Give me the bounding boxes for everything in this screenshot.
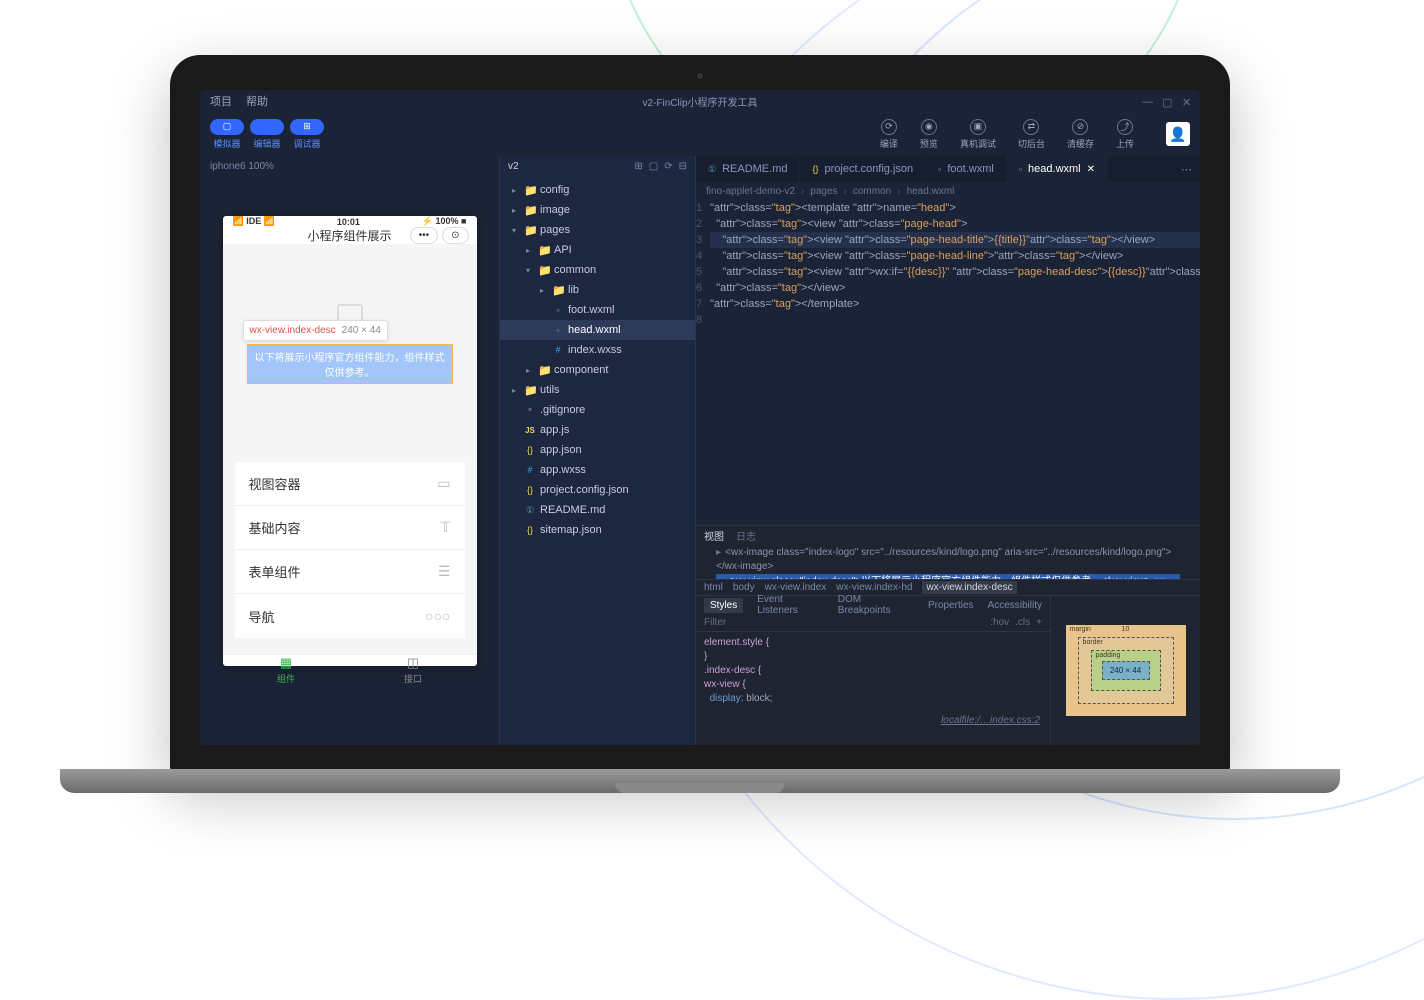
tree-item[interactable]: ▸📁image (500, 200, 695, 220)
laptop-frame: 项目 帮助 v2-FinClip小程序开发工具 — ▢ ✕ ▢模拟器编辑器⊞调试… (170, 55, 1230, 775)
dom-crumb-seg[interactable]: wx-view.index (765, 582, 827, 593)
add-rule-icon[interactable]: + (1036, 617, 1042, 628)
avatar[interactable]: 👤 (1166, 122, 1190, 146)
action-上传[interactable]: ⤴上传 (1116, 119, 1134, 150)
titlebar: 项目 帮助 v2-FinClip小程序开发工具 — ▢ ✕ (200, 90, 1200, 112)
styletab-Accessibility[interactable]: Accessibility (988, 600, 1042, 611)
simulator-panel: iphone6 100% 📶 IDE 📶 10:01 ⚡ 100% ■ 小程序组… (200, 156, 500, 745)
inspect-tooltip: wx-view.index-desc 240 × 44 (243, 320, 388, 341)
close-icon[interactable]: ✕ (1182, 96, 1192, 106)
project-root[interactable]: v2 (508, 161, 519, 172)
styletab-Event Listeners[interactable]: Event Listeners (757, 594, 824, 616)
new-folder-icon[interactable]: ▢ (649, 161, 658, 172)
styletab-DOM Breakpoints[interactable]: DOM Breakpoints (838, 594, 914, 616)
tree-item[interactable]: ▸📁API (500, 240, 695, 260)
camera-icon (697, 73, 703, 79)
styletab-Styles[interactable]: Styles (704, 598, 743, 613)
tree-item[interactable]: {}sitemap.json (500, 520, 695, 540)
action-切后台[interactable]: ⇄切后台 (1018, 119, 1045, 150)
list-item[interactable]: 基础内容𝕋 (235, 506, 465, 550)
hov-toggle[interactable]: :hov (990, 617, 1009, 628)
tree-item[interactable]: ▸📁lib (500, 280, 695, 300)
editor-tab[interactable]: ①README.md (696, 156, 800, 182)
action-编译[interactable]: ⟳编译 (880, 119, 898, 150)
tree-item[interactable]: ◦.gitignore (500, 400, 695, 420)
styles-pane[interactable]: element.style {}.index-desc {</span></di… (696, 632, 1050, 745)
status-left: 📶 IDE 📶 (233, 216, 275, 227)
phone-preview: 📶 IDE 📶 10:01 ⚡ 100% ■ 小程序组件展示 ••• ⊙ (223, 216, 477, 666)
dom-crumb-seg[interactable]: wx-view.index-desc (922, 581, 1016, 594)
close-tab-icon[interactable]: ✕ (1087, 164, 1095, 175)
code-editor[interactable]: 12345678 "attr">class="tag"><template "a… (696, 200, 1200, 525)
ide-window: 项目 帮助 v2-FinClip小程序开发工具 — ▢ ✕ ▢模拟器编辑器⊞调试… (200, 90, 1200, 745)
tree-item[interactable]: ▸📁component (500, 360, 695, 380)
tabs-overflow-icon[interactable]: ⋯ (1173, 156, 1200, 182)
breadcrumb-seg[interactable]: common (853, 186, 891, 197)
action-清缓存[interactable]: ⊘清缓存 (1067, 119, 1094, 150)
refresh-icon[interactable]: ⟳ (664, 161, 672, 172)
collapse-icon[interactable]: ⊟ (679, 161, 687, 172)
filter-input[interactable]: Filter (704, 617, 726, 628)
breadcrumb-seg[interactable]: head.wxml (907, 186, 955, 197)
tree-item[interactable]: ①README.md (500, 500, 695, 520)
dom-crumb-seg[interactable]: body (733, 582, 755, 593)
status-time: 10:01 (337, 217, 360, 227)
dom-crumb-seg[interactable]: wx-view.index-hd (836, 582, 912, 593)
editor-tab[interactable]: ▫head.wxml✕ (1007, 156, 1108, 182)
device-label[interactable]: iphone6 100% (200, 156, 499, 176)
menu-help[interactable]: 帮助 (246, 93, 268, 109)
editor-tab[interactable]: ▫foot.wxml (926, 156, 1007, 182)
breadcrumb-seg[interactable]: pages (810, 186, 837, 197)
tabbar-接口[interactable]: ◫接口 (350, 655, 477, 685)
list-item[interactable]: 导航○○○ (235, 594, 465, 638)
tree-item[interactable]: {}app.json (500, 440, 695, 460)
tree-item[interactable]: ▫head.wxml (500, 320, 695, 340)
dom-crumb-seg[interactable]: html (704, 582, 723, 593)
tree-item[interactable]: {}project.config.json (500, 480, 695, 500)
action-预览[interactable]: ◉预览 (920, 119, 938, 150)
tree-item[interactable]: ▾📁pages (500, 220, 695, 240)
minimize-icon[interactable]: — (1142, 96, 1152, 106)
mode-模拟器[interactable]: ▢模拟器 (210, 119, 244, 150)
inspect-highlight[interactable]: 以下将展示小程序官方组件能力，组件样式仅供参考。 (247, 344, 453, 384)
tabbar-组件[interactable]: ▦组件 (223, 655, 350, 685)
editor-tab[interactable]: {}project.config.json (800, 156, 926, 182)
menu-project[interactable]: 项目 (210, 93, 232, 109)
devtools-panel: 视图日志 ▸<wx-image class="index-logo" src="… (696, 525, 1200, 745)
list-item[interactable]: 视图容器▭ (235, 462, 465, 506)
tree-item[interactable]: ▾📁common (500, 260, 695, 280)
cls-toggle[interactable]: .cls (1015, 617, 1030, 628)
tree-item[interactable]: ▸📁config (500, 180, 695, 200)
new-file-icon[interactable]: ⊞ (634, 161, 642, 172)
capsule-menu[interactable]: ••• (410, 227, 439, 244)
maximize-icon[interactable]: ▢ (1162, 96, 1172, 106)
box-model: margin 10 border padding 240 × 44 (1050, 596, 1200, 745)
window-title: v2-FinClip小程序开发工具 (642, 94, 757, 109)
breadcrumb-seg[interactable]: fino-applet-demo-v2 (706, 186, 795, 197)
styletab-Properties[interactable]: Properties (928, 600, 974, 611)
capsule-close[interactable]: ⊙ (442, 227, 468, 244)
tree-item[interactable]: #index.wxss (500, 340, 695, 360)
list-item[interactable]: 表单组件☰ (235, 550, 465, 594)
tree-item[interactable]: #app.wxss (500, 460, 695, 480)
tree-item[interactable]: ▫foot.wxml (500, 300, 695, 320)
file-explorer: v2 ⊞ ▢ ⟳ ⊟ ▸📁config▸📁image▾📁pages▸📁API▾📁… (500, 156, 696, 745)
mode-调试器[interactable]: ⊞调试器 (290, 119, 324, 150)
tree-item[interactable]: JSapp.js (500, 420, 695, 440)
devtab-日志[interactable]: 日志 (736, 528, 756, 543)
action-真机调试[interactable]: ▣真机调试 (960, 119, 996, 150)
tree-item[interactable]: ▸📁utils (500, 380, 695, 400)
editor-panel: ①README.md{}project.config.json▫foot.wxm… (696, 156, 1200, 745)
devtab-视图[interactable]: 视图 (704, 528, 724, 543)
status-right: ⚡ 100% ■ (422, 216, 467, 227)
elements-tree[interactable]: ▸<wx-image class="index-logo" src="../re… (696, 544, 1200, 579)
page-title: 小程序组件展示 (307, 227, 391, 244)
dom-breadcrumb[interactable]: html body wx-view.index wx-view.index-hd wx-… (696, 579, 1200, 595)
toolbar: ▢模拟器编辑器⊞调试器 ⟳编译 ◉预览 ▣真机调试 ⇄切后台 ⊘清缓存 ⤴上传 👤 (200, 112, 1200, 156)
mode-编辑器[interactable]: 编辑器 (250, 119, 284, 150)
